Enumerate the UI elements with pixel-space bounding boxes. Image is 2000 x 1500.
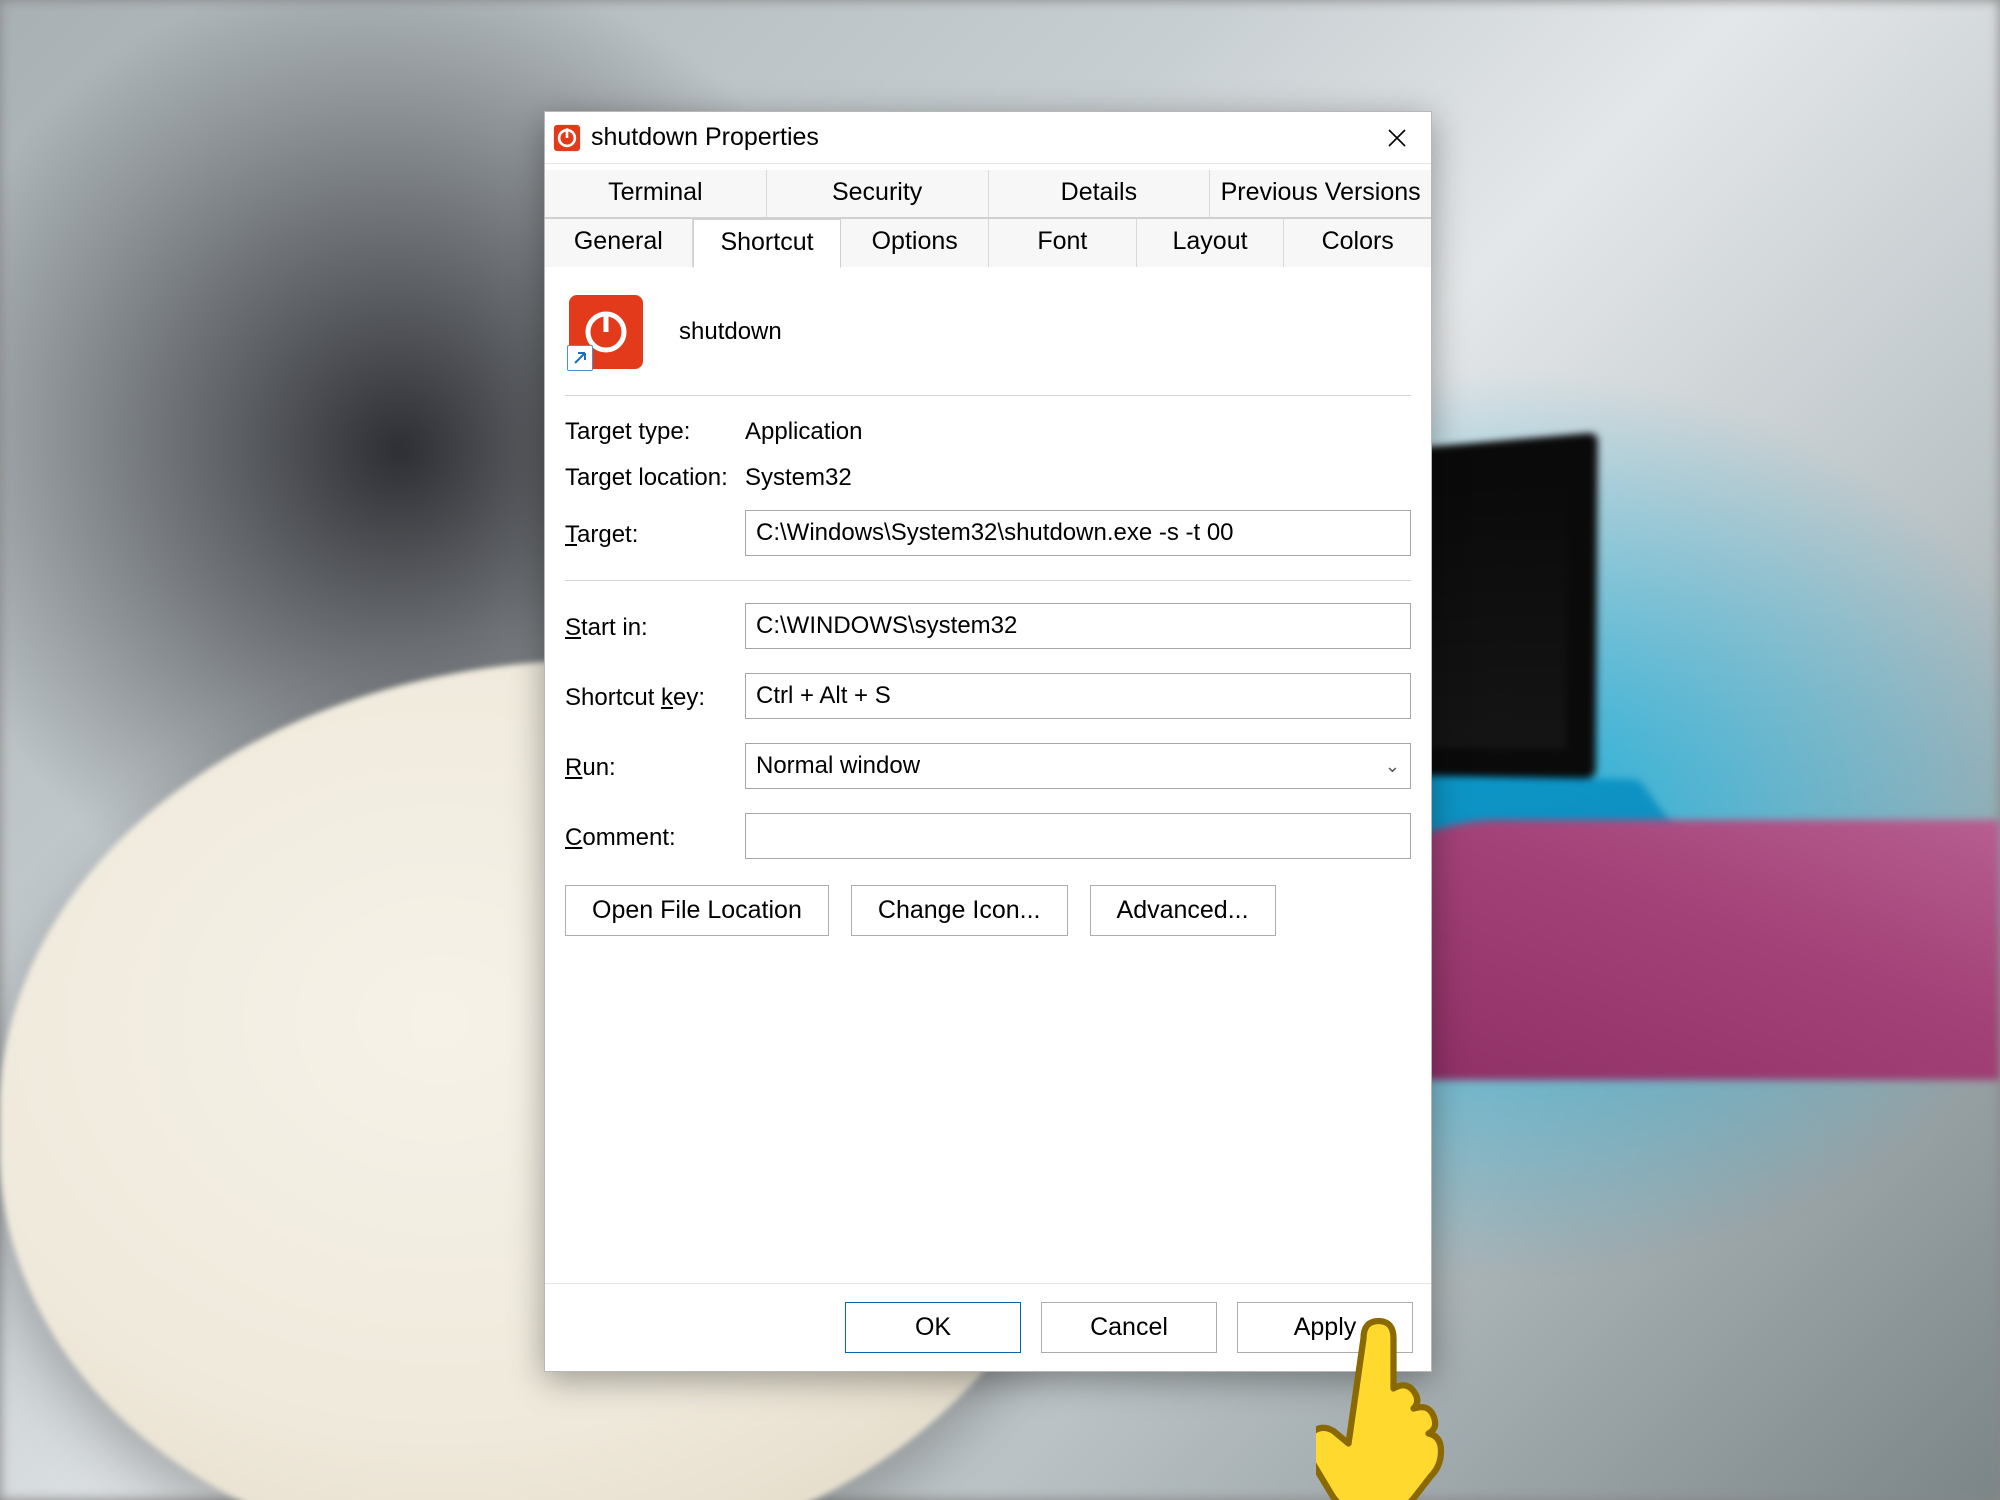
shutdown-title-icon	[553, 124, 581, 152]
shortcut-header: shutdown	[565, 287, 1411, 396]
close-icon	[1387, 128, 1407, 148]
label-target-type: Target type:	[565, 418, 745, 446]
label-comment: Comment:	[565, 820, 745, 852]
label-target: Target:	[565, 517, 745, 549]
row-target-type: Target type: Application	[565, 418, 1411, 446]
pointer-hand-icon	[1316, 1316, 1466, 1500]
value-target-location: System32	[745, 464, 852, 492]
tab-general[interactable]: General	[545, 219, 693, 267]
value-target-type: Application	[745, 418, 862, 446]
run-select-value: Normal window	[756, 752, 920, 780]
start-in-input[interactable]	[745, 603, 1411, 649]
tab-shortcut[interactable]: Shortcut	[693, 219, 842, 268]
target-input[interactable]	[745, 510, 1411, 556]
cancel-button[interactable]: Cancel	[1041, 1302, 1217, 1353]
label-shortcut-key: Shortcut key:	[565, 680, 745, 712]
separator	[565, 580, 1411, 581]
change-icon-button[interactable]: Change Icon...	[851, 885, 1068, 936]
tab-options[interactable]: Options	[841, 219, 989, 267]
shortcut-action-buttons: Open File Location Change Icon... Advanc…	[565, 885, 1411, 936]
shortcut-arrow-badge-icon	[567, 345, 593, 371]
row-run: Run: Normal window ⌄	[565, 743, 1411, 789]
tab-font[interactable]: Font	[989, 219, 1137, 267]
close-button[interactable]	[1365, 112, 1429, 163]
row-comment: Comment:	[565, 813, 1411, 859]
tab-row-1: Terminal Security Details Previous Versi…	[545, 170, 1431, 218]
tab-panel-shortcut: shutdown Target type: Application Target…	[545, 267, 1431, 1283]
tab-row-2: General Shortcut Options Font Layout Col…	[545, 218, 1431, 267]
tab-details[interactable]: Details	[989, 170, 1211, 217]
advanced-button[interactable]: Advanced...	[1090, 885, 1276, 936]
row-shortcut-key: Shortcut key:	[565, 673, 1411, 719]
shortcut-name: shutdown	[679, 318, 782, 346]
tabs-container: Terminal Security Details Previous Versi…	[545, 164, 1431, 267]
ok-button[interactable]: OK	[845, 1302, 1021, 1353]
label-target-location: Target location:	[565, 464, 745, 492]
open-file-location-button[interactable]: Open File Location	[565, 885, 829, 936]
shutdown-shortcut-icon	[569, 295, 643, 369]
background-arm	[1340, 820, 2000, 1080]
label-run: Run:	[565, 750, 745, 782]
dialog-footer: OK Cancel Apply	[545, 1283, 1431, 1371]
tab-security[interactable]: Security	[767, 170, 989, 217]
properties-dialog: shutdown Properties Terminal Security De…	[544, 111, 1432, 1372]
titlebar: shutdown Properties	[545, 112, 1431, 164]
run-select[interactable]: Normal window ⌄	[745, 743, 1411, 789]
row-target-location: Target location: System32	[565, 464, 1411, 492]
label-start-in: Start in:	[565, 610, 745, 642]
chevron-down-icon: ⌄	[1385, 756, 1400, 777]
tab-terminal[interactable]: Terminal	[545, 170, 767, 217]
tab-previous-versions[interactable]: Previous Versions	[1210, 170, 1431, 217]
row-start-in: Start in:	[565, 603, 1411, 649]
comment-input[interactable]	[745, 813, 1411, 859]
window-title: shutdown Properties	[591, 123, 1365, 152]
tab-colors[interactable]: Colors	[1284, 219, 1431, 267]
tab-layout[interactable]: Layout	[1137, 219, 1285, 267]
shortcut-key-input[interactable]	[745, 673, 1411, 719]
row-target: Target:	[565, 510, 1411, 556]
